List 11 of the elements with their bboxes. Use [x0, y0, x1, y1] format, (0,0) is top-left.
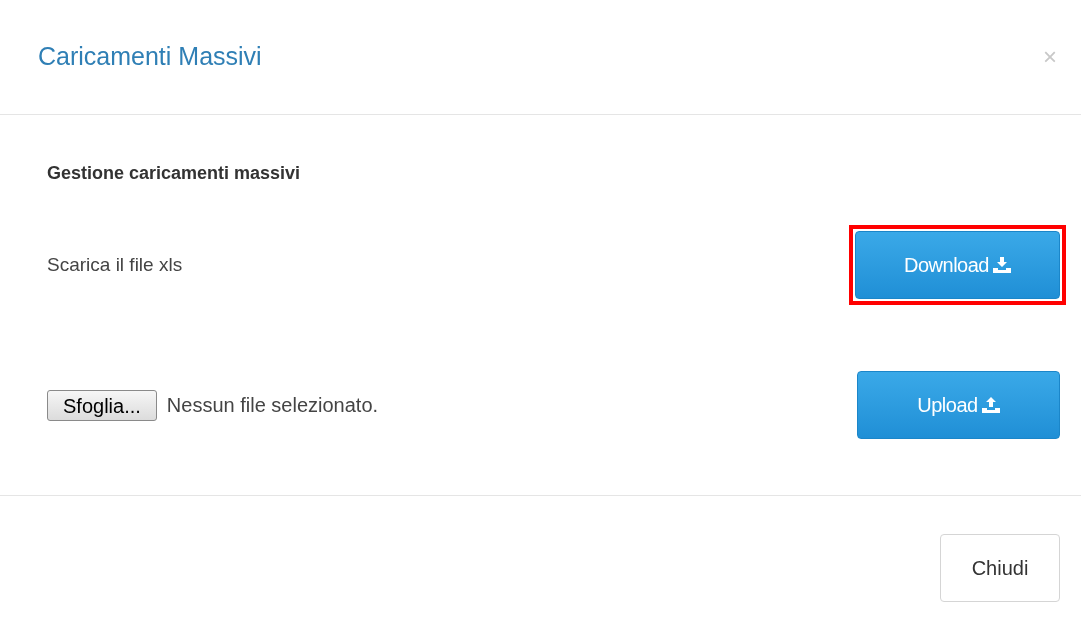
download-label: Scarica il file xls — [47, 252, 183, 277]
browse-button[interactable]: Sfoglia... — [47, 389, 157, 421]
close-button[interactable]: × — [1043, 45, 1057, 69]
download-icon — [992, 257, 1011, 273]
upload-button[interactable]: Upload — [857, 371, 1060, 439]
upload-icon — [981, 397, 1000, 413]
close-dialog-button[interactable]: Chiudi — [940, 534, 1060, 602]
file-status: Nessun file selezionato. — [166, 393, 379, 418]
download-button[interactable]: Download — [855, 231, 1060, 299]
section-title: Gestione caricamenti massivi — [47, 163, 301, 183]
dialog-title: Caricamenti Massivi — [38, 41, 262, 73]
